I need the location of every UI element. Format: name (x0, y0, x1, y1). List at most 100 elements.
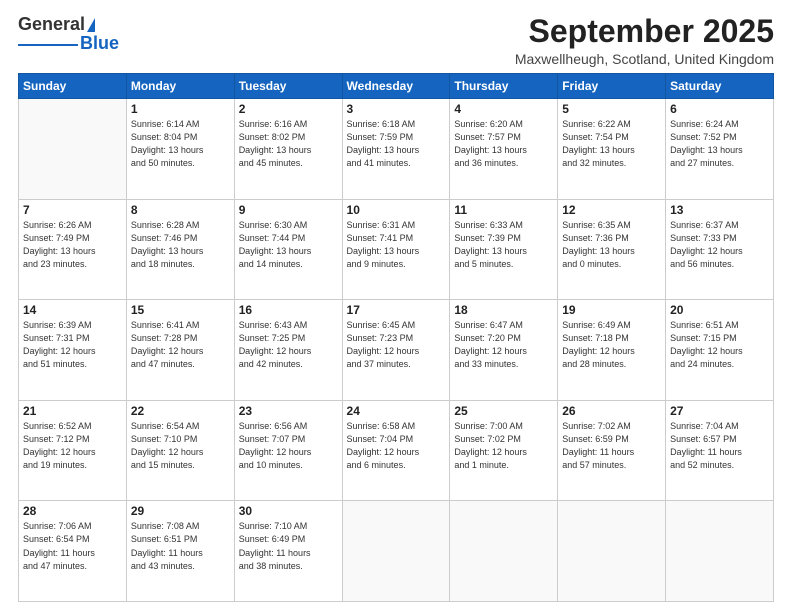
table-row: 8Sunrise: 6:28 AM Sunset: 7:46 PM Daylig… (126, 199, 234, 300)
table-row: 29 Sunrise: 7:08 AM Sunset: 6:51 PM Dayli… (126, 501, 234, 602)
day-number: 20 (670, 303, 769, 317)
table-row (558, 501, 666, 602)
day-number: 14 (23, 303, 122, 317)
col-sunday: Sunday (19, 74, 127, 99)
day-info: Sunrise: 6:43 AM Sunset: 7:25 PM Dayligh… (239, 319, 338, 371)
day-number: 2 (239, 102, 338, 116)
day-number: 26 (562, 404, 661, 418)
calendar-week-row: 14Sunrise: 6:39 AM Sunset: 7:31 PM Dayli… (19, 300, 774, 401)
logo: General Blue (18, 14, 119, 54)
logo-blue-text: Blue (80, 33, 119, 54)
day-info: Sunrise: 6:41 AM Sunset: 7:28 PM Dayligh… (131, 319, 230, 371)
table-row: 5 Sunrise: 6:22 AM Sunset: 7:54 PM Daylig… (558, 99, 666, 200)
table-row: 27 Sunrise: 7:04 AM Sunset: 6:57 PM Dayli… (666, 400, 774, 501)
day-number: 24 (347, 404, 446, 418)
table-row: 16 Sunrise: 6:43 AM Sunset: 7:25 PM Dayli… (234, 300, 342, 401)
day-info: Sunrise: 6:51 AM Sunset: 7:15 PM Dayligh… (670, 319, 769, 371)
table-row: 25 Sunrise: 7:00 AM Sunset: 7:02 PM Dayli… (450, 400, 558, 501)
day-info: Sunrise: 6:37 AM Sunset: 7:33 PM Dayligh… (670, 219, 769, 271)
day-number: 19 (562, 303, 661, 317)
page: General Blue September 2025 Maxwellheugh… (0, 0, 792, 612)
day-number: 7 (23, 203, 122, 217)
day-info: Sunrise: 7:04 AM Sunset: 6:57 PM Dayligh… (670, 420, 769, 472)
title-block: September 2025 Maxwellheugh, Scotland, U… (515, 14, 774, 67)
day-number: 9 (239, 203, 338, 217)
table-row: 26Sunrise: 7:02 AM Sunset: 6:59 PM Dayli… (558, 400, 666, 501)
day-info: Sunrise: 6:35 AM Sunset: 7:36 PM Dayligh… (562, 219, 661, 271)
logo-line (18, 44, 78, 46)
day-number: 10 (347, 203, 446, 217)
day-number: 1 (131, 102, 230, 116)
page-title: September 2025 (515, 14, 774, 49)
table-row: 11 Sunrise: 6:33 AM Sunset: 7:39 PM Dayli… (450, 199, 558, 300)
table-row: 7 Sunrise: 6:26 AM Sunset: 7:49 PM Daylig… (19, 199, 127, 300)
day-number: 29 (131, 504, 230, 518)
day-info: Sunrise: 6:26 AM Sunset: 7:49 PM Dayligh… (23, 219, 122, 271)
table-row: 15 Sunrise: 6:41 AM Sunset: 7:28 PM Dayli… (126, 300, 234, 401)
day-number: 22 (131, 404, 230, 418)
table-row: 18 Sunrise: 6:47 AM Sunset: 7:20 PM Dayli… (450, 300, 558, 401)
day-number: 27 (670, 404, 769, 418)
table-row (666, 501, 774, 602)
table-row: 6 Sunrise: 6:24 AM Sunset: 7:52 PM Daylig… (666, 99, 774, 200)
table-row (450, 501, 558, 602)
table-row: 1 Sunrise: 6:14 AM Sunset: 8:04 PM Daylig… (126, 99, 234, 200)
day-number: 6 (670, 102, 769, 116)
calendar-week-row: 21 Sunrise: 6:52 AM Sunset: 7:12 PM Dayli… (19, 400, 774, 501)
table-row (342, 501, 450, 602)
col-wednesday: Wednesday (342, 74, 450, 99)
day-number: 12 (562, 203, 661, 217)
day-info: Sunrise: 6:45 AM Sunset: 7:23 PM Dayligh… (347, 319, 446, 371)
table-row: 22Sunrise: 6:54 AM Sunset: 7:10 PM Dayli… (126, 400, 234, 501)
table-row: 28 Sunrise: 7:06 AM Sunset: 6:54 PM Dayli… (19, 501, 127, 602)
day-info: Sunrise: 6:14 AM Sunset: 8:04 PM Dayligh… (131, 118, 230, 170)
day-number: 11 (454, 203, 553, 217)
day-info: Sunrise: 7:08 AM Sunset: 6:51 PM Dayligh… (131, 520, 230, 572)
table-row: 23Sunrise: 6:56 AM Sunset: 7:07 PM Dayli… (234, 400, 342, 501)
day-info: Sunrise: 6:20 AM Sunset: 7:57 PM Dayligh… (454, 118, 553, 170)
table-row: 3Sunrise: 6:18 AM Sunset: 7:59 PM Daylig… (342, 99, 450, 200)
day-number: 4 (454, 102, 553, 116)
table-row: 21 Sunrise: 6:52 AM Sunset: 7:12 PM Dayli… (19, 400, 127, 501)
table-row: 17Sunrise: 6:45 AM Sunset: 7:23 PM Dayli… (342, 300, 450, 401)
day-info: Sunrise: 6:31 AM Sunset: 7:41 PM Dayligh… (347, 219, 446, 271)
table-row: 2Sunrise: 6:16 AM Sunset: 8:02 PM Daylig… (234, 99, 342, 200)
table-row: 12 Sunrise: 6:35 AM Sunset: 7:36 PM Dayli… (558, 199, 666, 300)
day-number: 3 (347, 102, 446, 116)
day-number: 13 (670, 203, 769, 217)
table-row (19, 99, 127, 200)
calendar-week-row: 28 Sunrise: 7:06 AM Sunset: 6:54 PM Dayli… (19, 501, 774, 602)
day-number: 5 (562, 102, 661, 116)
table-row: 10 Sunrise: 6:31 AM Sunset: 7:41 PM Dayli… (342, 199, 450, 300)
day-info: Sunrise: 6:58 AM Sunset: 7:04 PM Dayligh… (347, 420, 446, 472)
day-number: 15 (131, 303, 230, 317)
day-info: Sunrise: 6:22 AM Sunset: 7:54 PM Dayligh… (562, 118, 661, 170)
table-row: 19 Sunrise: 6:49 AM Sunset: 7:18 PM Dayli… (558, 300, 666, 401)
col-tuesday: Tuesday (234, 74, 342, 99)
table-row: 24 Sunrise: 6:58 AM Sunset: 7:04 PM Dayli… (342, 400, 450, 501)
day-number: 28 (23, 504, 122, 518)
day-info: Sunrise: 6:24 AM Sunset: 7:52 PM Dayligh… (670, 118, 769, 170)
day-info: Sunrise: 7:10 AM Sunset: 6:49 PM Dayligh… (239, 520, 338, 572)
day-info: Sunrise: 6:33 AM Sunset: 7:39 PM Dayligh… (454, 219, 553, 271)
day-number: 21 (23, 404, 122, 418)
day-number: 30 (239, 504, 338, 518)
day-info: Sunrise: 6:49 AM Sunset: 7:18 PM Dayligh… (562, 319, 661, 371)
header: General Blue September 2025 Maxwellheugh… (18, 14, 774, 67)
day-number: 18 (454, 303, 553, 317)
day-info: Sunrise: 7:00 AM Sunset: 7:02 PM Dayligh… (454, 420, 553, 472)
day-info: Sunrise: 6:52 AM Sunset: 7:12 PM Dayligh… (23, 420, 122, 472)
day-info: Sunrise: 6:56 AM Sunset: 7:07 PM Dayligh… (239, 420, 338, 472)
day-info: Sunrise: 6:30 AM Sunset: 7:44 PM Dayligh… (239, 219, 338, 271)
table-row: 30 Sunrise: 7:10 AM Sunset: 6:49 PM Dayli… (234, 501, 342, 602)
day-number: 16 (239, 303, 338, 317)
day-info: Sunrise: 6:47 AM Sunset: 7:20 PM Dayligh… (454, 319, 553, 371)
calendar-table: Sunday Monday Tuesday Wednesday Thursday… (18, 73, 774, 602)
day-info: Sunrise: 6:28 AM Sunset: 7:46 PM Dayligh… (131, 219, 230, 271)
day-info: Sunrise: 7:06 AM Sunset: 6:54 PM Dayligh… (23, 520, 122, 572)
day-number: 25 (454, 404, 553, 418)
calendar-header-row: Sunday Monday Tuesday Wednesday Thursday… (19, 74, 774, 99)
calendar-week-row: 7 Sunrise: 6:26 AM Sunset: 7:49 PM Daylig… (19, 199, 774, 300)
logo-general-text: General (18, 14, 85, 35)
table-row: 13 Sunrise: 6:37 AM Sunset: 7:33 PM Dayli… (666, 199, 774, 300)
